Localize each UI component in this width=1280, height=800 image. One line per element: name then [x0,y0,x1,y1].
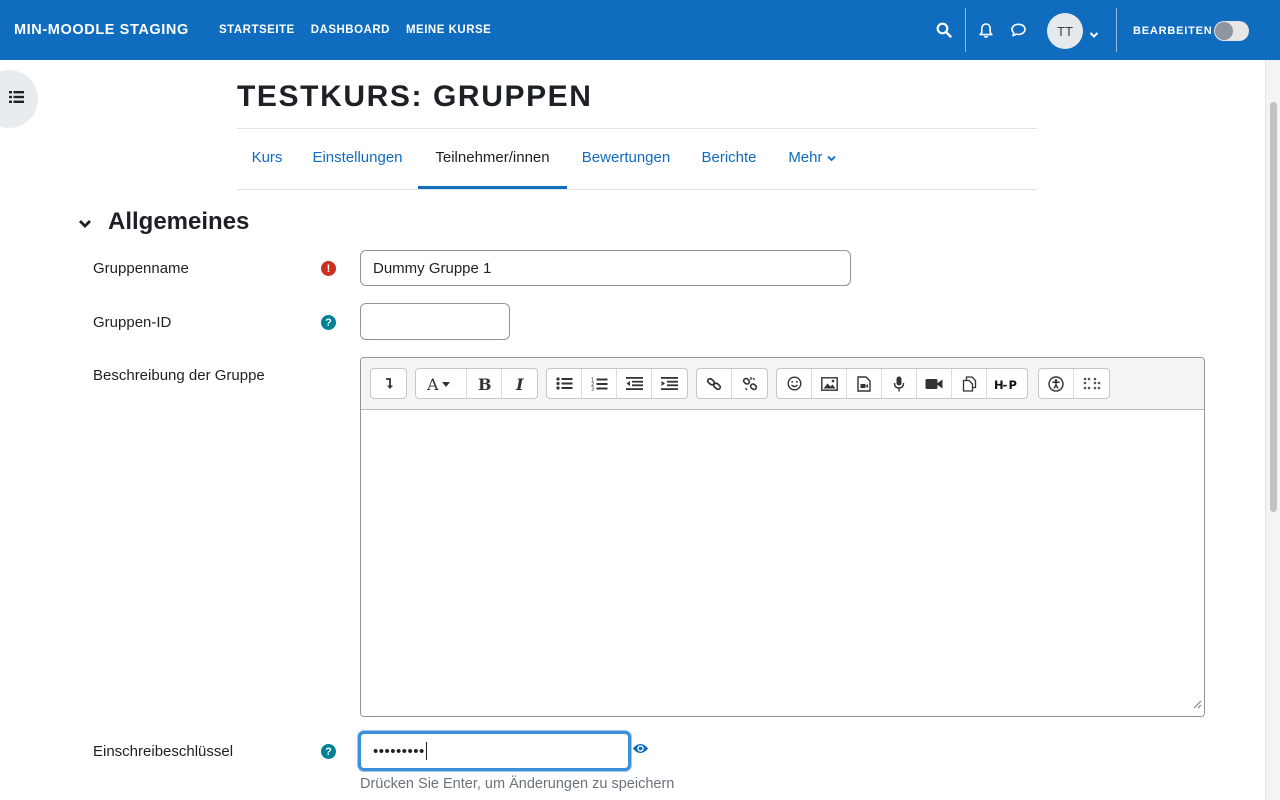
nav-divider [1116,8,1117,52]
tab-einstellungen[interactable]: Einstellungen [300,129,415,189]
unlink-icon[interactable] [732,369,767,398]
search-icon[interactable] [934,20,954,40]
link-icon[interactable] [697,369,732,398]
toolbar-group-style: A B I [415,368,538,399]
required-icon: ! [321,261,336,276]
tab-berichte[interactable]: Berichte [686,129,772,189]
site-brand[interactable]: MIN-MOODLE STAGING [14,22,189,38]
text-cursor [425,742,427,760]
screenreader-helper-icon[interactable] [1074,369,1109,398]
ordered-list-icon[interactable]: 123 [582,369,617,398]
help-icon[interactable]: ? [321,315,336,330]
manage-files-icon[interactable] [952,369,987,398]
enrolment-key-label: Einschreibeschlüssel [93,743,234,760]
tab-bewertungen[interactable]: Bewertungen [570,129,682,189]
image-icon[interactable] [812,369,847,398]
edit-mode-label: BEARBEITEN [1133,25,1213,37]
svg-text:-: - [1003,378,1008,390]
scrollbar-thumb[interactable] [1270,102,1277,512]
tab-kurs[interactable]: Kurs [237,129,297,189]
chevron-down-icon[interactable] [78,216,92,234]
toggle-knob [1215,22,1233,40]
chat-icon[interactable] [1008,20,1028,40]
emoji-icon[interactable] [777,369,812,398]
unordered-list-icon[interactable] [547,369,582,398]
toolbar-group-insert: H-P [776,368,1028,399]
svg-text:I: I [515,376,524,392]
save-hint: Drücken Sie Enter, um Änderungen zu spei… [360,776,675,792]
svg-text:A: A [427,377,439,391]
section-title[interactable]: Allgemeines [108,208,249,236]
group-name-label: Gruppenname [93,260,189,277]
chevron-down-icon [827,149,836,166]
edit-mode-toggle[interactable] [1214,21,1249,41]
svg-text:3: 3 [591,386,594,391]
toolbar-group-accessibility [1038,368,1110,399]
nav-divider [965,8,966,52]
resize-handle-icon[interactable] [1193,696,1202,714]
outdent-icon[interactable] [617,369,652,398]
user-avatar[interactable]: TT [1047,13,1083,49]
media-icon[interactable] [847,369,882,398]
bell-icon[interactable] [976,20,996,40]
enrolment-key-value: ••••••••• [373,742,425,760]
tab-mehr-label: Mehr [788,149,823,166]
toolbar-group-links [696,368,768,399]
course-index-toggle[interactable] [0,70,38,128]
font-style-icon[interactable]: A [416,369,467,398]
page-title: TESTKURS: GRUPPEN [237,80,593,113]
editor-content-area[interactable] [361,410,1204,716]
primary-navigation: STARTSEITE DASHBOARD MEINE KURSE [219,24,491,36]
help-icon[interactable]: ? [321,744,336,759]
chevron-down-icon[interactable] [1089,26,1099,44]
italic-icon[interactable]: I [502,369,537,398]
nav-link-startseite[interactable]: STARTSEITE [219,24,295,36]
record-video-icon[interactable] [917,369,952,398]
accessibility-checker-icon[interactable] [1039,369,1074,398]
svg-text:P: P [1009,378,1017,390]
group-id-label: Gruppen-ID [93,314,172,331]
eye-icon[interactable] [632,742,649,760]
bold-icon[interactable]: B [467,369,502,398]
enrolment-key-input[interactable]: ••••••••• [358,731,631,771]
nav-link-dashboard[interactable]: DASHBOARD [311,24,390,36]
tab-teilnehmer[interactable]: Teilnehmer/innen [418,129,567,189]
collapse-icon[interactable] [371,369,406,398]
nav-link-meine-kurse[interactable]: MEINE KURSE [406,24,491,36]
description-editor: A B I 123 H - P [360,357,1205,717]
toolbar-group-collapse [370,368,407,399]
description-label: Beschreibung der Gruppe [93,367,265,384]
secondary-navigation: Kurs Einstellungen Teilnehmer/innen Bewe… [237,128,1037,190]
toolbar-group-lists: 123 [546,368,688,399]
tab-mehr[interactable]: Mehr [777,129,847,189]
group-name-input[interactable]: Dummy Gruppe 1 [360,250,851,286]
list-icon [9,90,24,108]
indent-icon[interactable] [652,369,687,398]
h5p-icon[interactable]: H-P [987,369,1027,398]
group-id-input[interactable] [360,303,510,340]
page-scrollbar[interactable] [1265,60,1280,800]
record-audio-icon[interactable] [882,369,917,398]
top-navbar: MIN-MOODLE STAGING STARTSEITE DASHBOARD … [0,0,1280,60]
editor-toolbar: A B I 123 H - P [361,358,1204,410]
svg-text:B: B [478,376,491,392]
